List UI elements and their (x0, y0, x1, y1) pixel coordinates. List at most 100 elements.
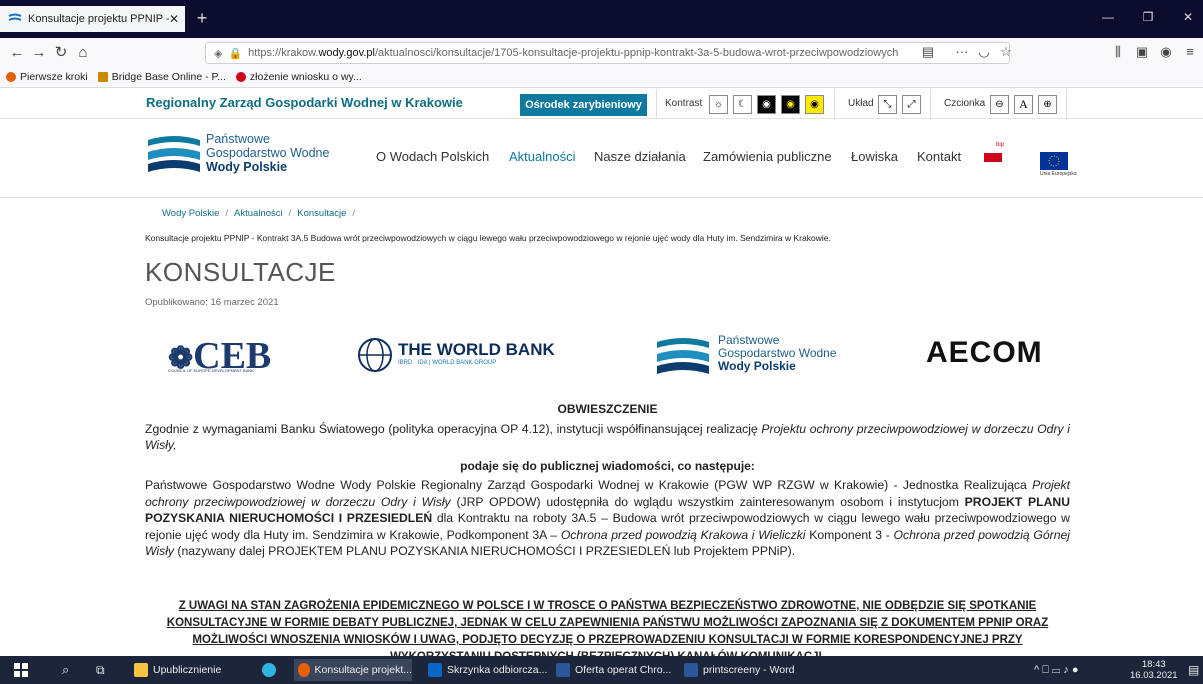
paragraph-1: Zgodnie z wymaganiami Banku Światowego (… (145, 421, 1070, 453)
close-window-icon[interactable]: ✕ (1178, 10, 1198, 24)
contrast-yellow-icon[interactable]: ◉ (805, 95, 824, 114)
arrow-icon (235, 71, 246, 82)
back-icon[interactable]: ← (6, 44, 28, 61)
osrodek-button[interactable]: Ośrodek zarybieniowy (520, 94, 647, 116)
firefox-icon (6, 71, 16, 82)
waves-logo-icon (148, 136, 200, 172)
article-body: OBWIESZCZENIE Zgodnie z wymaganiami Bank… (145, 401, 1070, 563)
contrast-moon-icon[interactable]: ☾ (733, 95, 752, 114)
home-icon[interactable]: ⌂ (72, 44, 94, 61)
waves-logo-icon (657, 338, 709, 374)
reload-icon[interactable]: ↻ (50, 43, 72, 61)
covid-notice: Z UWAGI NA STAN ZAGROŻENIA EPIDEMICZNEGO… (166, 600, 1049, 656)
taskbar-item-word-2[interactable]: printscreeny - Word (680, 659, 794, 681)
contrast-label: Kontrast (665, 98, 703, 109)
url-prefix: https://krakow. (248, 47, 319, 59)
bookmark-item[interactable]: Pierwsze kroki (6, 71, 88, 83)
bip-icon[interactable]: bip (984, 142, 1004, 164)
divider (1066, 89, 1067, 119)
contrast-black-icon[interactable]: ◉ (757, 95, 776, 114)
menu-kontakt[interactable]: Kontakt (917, 149, 961, 164)
menu-aktualnosci[interactable]: Aktualności (509, 149, 575, 164)
breadcrumb-wody-polskie[interactable]: Wody Polskie (162, 208, 219, 219)
announcement-heading: OBWIESZCZENIE (557, 402, 658, 416)
layout-wide-icon[interactable]: ⤢ (902, 95, 921, 114)
logo-text: Państwowe Gospodarstwo Wodne Wody Polski… (206, 132, 330, 174)
font-default-button[interactable]: A (1014, 95, 1033, 114)
account-icon[interactable]: ◉ (1156, 44, 1176, 60)
menu-lowiska[interactable]: Łowiska (851, 149, 898, 164)
clock[interactable]: 18:43 16.03.2021 (1130, 659, 1178, 681)
globe-icon (358, 338, 392, 372)
taskbar-item-firefox[interactable]: Konsultacje projekt... (294, 659, 412, 681)
bookmark-item[interactable]: Bridge Base Online - P... (97, 71, 226, 83)
layout-narrow-icon[interactable]: ⤡ (878, 95, 897, 114)
search-icon[interactable]: ⌕ (58, 659, 69, 681)
aecom-logo: AECOM (926, 336, 1043, 369)
breadcrumb-konsultacje[interactable]: Konsultacje (297, 208, 346, 219)
windows-start-icon[interactable] (10, 659, 28, 681)
divider (656, 89, 657, 119)
pocket-icon[interactable]: ◡ (974, 44, 994, 60)
browser-tab-bar: Konsultacje projektu PPNIP - K ✕ + — ❐ ✕ (0, 0, 1203, 38)
reader-view-icon[interactable]: ▤ (918, 44, 938, 60)
wody-polskie-favicon-icon (8, 13, 22, 21)
task-view-icon[interactable]: ⧉ (92, 659, 105, 681)
bookmark-star-icon[interactable]: ☆ (996, 44, 1016, 60)
published-date: Opublikowano: 16 marzec 2021 (145, 297, 279, 308)
bookmark-item[interactable]: złożenie wniosku o wy... (235, 71, 362, 83)
browser-tab[interactable]: Konsultacje projektu PPNIP - K ✕ (0, 6, 185, 32)
bbo-icon (97, 71, 108, 82)
taskbar-item-word-1[interactable]: Oferta operat Chro... (552, 659, 671, 681)
partner-logos: ❁CEB COUNCIL OF EUROPE DEVELOPMENT BANK … (0, 328, 1203, 388)
minimize-icon[interactable]: — (1098, 10, 1118, 24)
taskbar-item-outlook[interactable]: Skrzynka odbiorcza... (424, 659, 547, 681)
divider (834, 89, 835, 119)
lock-icon: 🔒 (228, 47, 243, 60)
browser-nav-bar: ← → ↻ ⌂ ◈ 🔒 https://krakow. wody.gov.pl/a… (0, 38, 1203, 66)
menu-zamowienia[interactable]: Zamówienia publiczne (703, 149, 832, 164)
forward-icon[interactable]: → (28, 44, 50, 61)
announcement-subheading: podaje się do publicznej wiadomości, co … (460, 458, 755, 473)
font-decrease-icon[interactable]: ⊖ (990, 95, 1009, 114)
article-subtitle: Konsultacje projektu PPNIP - Kontrakt 3A… (145, 233, 831, 243)
wody-polskie-logo-2: Państwowe Gospodarstwo Wodne Wody Polski… (654, 332, 854, 382)
restore-icon[interactable]: ❐ (1138, 10, 1158, 24)
world-bank-logo: THE WORLD BANK IBRD · IDA | WORLD BANK G… (356, 336, 556, 376)
sidebar-icon[interactable]: ▣ (1132, 44, 1152, 60)
page-title: KONSULTACJE (145, 257, 336, 287)
edge-icon[interactable] (258, 659, 281, 681)
url-bar[interactable]: ◈ 🔒 https://krakow. wody.gov.pl/aktualnos… (205, 42, 1010, 64)
notifications-icon[interactable]: ▤ (1184, 659, 1199, 681)
system-tray-icons[interactable]: ^ ⎕ ▭ ♪ ● (1030, 659, 1079, 681)
folder-icon (134, 663, 148, 677)
breadcrumb: Wody Polskie / Aktualności / Konsultacje / (162, 208, 356, 219)
url-path: /aktualnosci/konsultacje/1705-konsultacj… (374, 47, 899, 59)
outlook-icon (428, 663, 442, 677)
url-domain: wody.gov.pl (318, 47, 375, 59)
menu-o-wodach[interactable]: O Wodach Polskich (376, 149, 489, 164)
layout-label: Układ (848, 98, 874, 109)
org-name[interactable]: Regionalny Zarząd Gospodarki Wodnej w Kr… (146, 95, 463, 110)
close-tab-icon[interactable]: ✕ (169, 12, 179, 26)
eu-label: Unia Europejska (1040, 171, 1077, 177)
contrast-default-icon[interactable]: ☼ (709, 95, 728, 114)
breadcrumb-aktualnosci[interactable]: Aktualności (234, 208, 283, 219)
windows-taskbar: ⌕ ⧉ Upublicznienie Konsultacje projekt..… (0, 656, 1203, 684)
bookmarks-bar: Pierwsze kroki Bridge Base Online - P...… (0, 66, 1203, 88)
wody-polskie-logo[interactable]: Państwowe Gospodarstwo Wodne Wody Polski… (146, 130, 336, 182)
font-increase-icon[interactable]: ⊕ (1038, 95, 1057, 114)
contrast-black-yellow-icon[interactable]: ◉ (781, 95, 800, 114)
taskbar-item-upublicznienie[interactable]: Upublicznienie (130, 659, 221, 681)
library-icon[interactable]: ⫼ (1108, 44, 1128, 60)
menu-icon[interactable]: ≡ (1180, 44, 1200, 59)
ceb-subtitle: COUNCIL OF EUROPE DEVELOPMENT BANK (168, 368, 254, 373)
site-header: Państwowe Gospodarstwo Wodne Wody Polski… (0, 120, 1203, 198)
font-label: Czcionka (944, 98, 986, 109)
new-tab-button[interactable]: + (190, 8, 214, 29)
shield-icon[interactable]: ◈ (214, 47, 222, 60)
paragraph-2: Państwowe Gospodarstwo Wodne Wody Polski… (145, 478, 1071, 558)
menu-nasze-dzialania[interactable]: Nasze działania (594, 149, 686, 164)
page-actions-icon[interactable]: ··· (952, 44, 972, 59)
firefox-icon (298, 663, 310, 677)
